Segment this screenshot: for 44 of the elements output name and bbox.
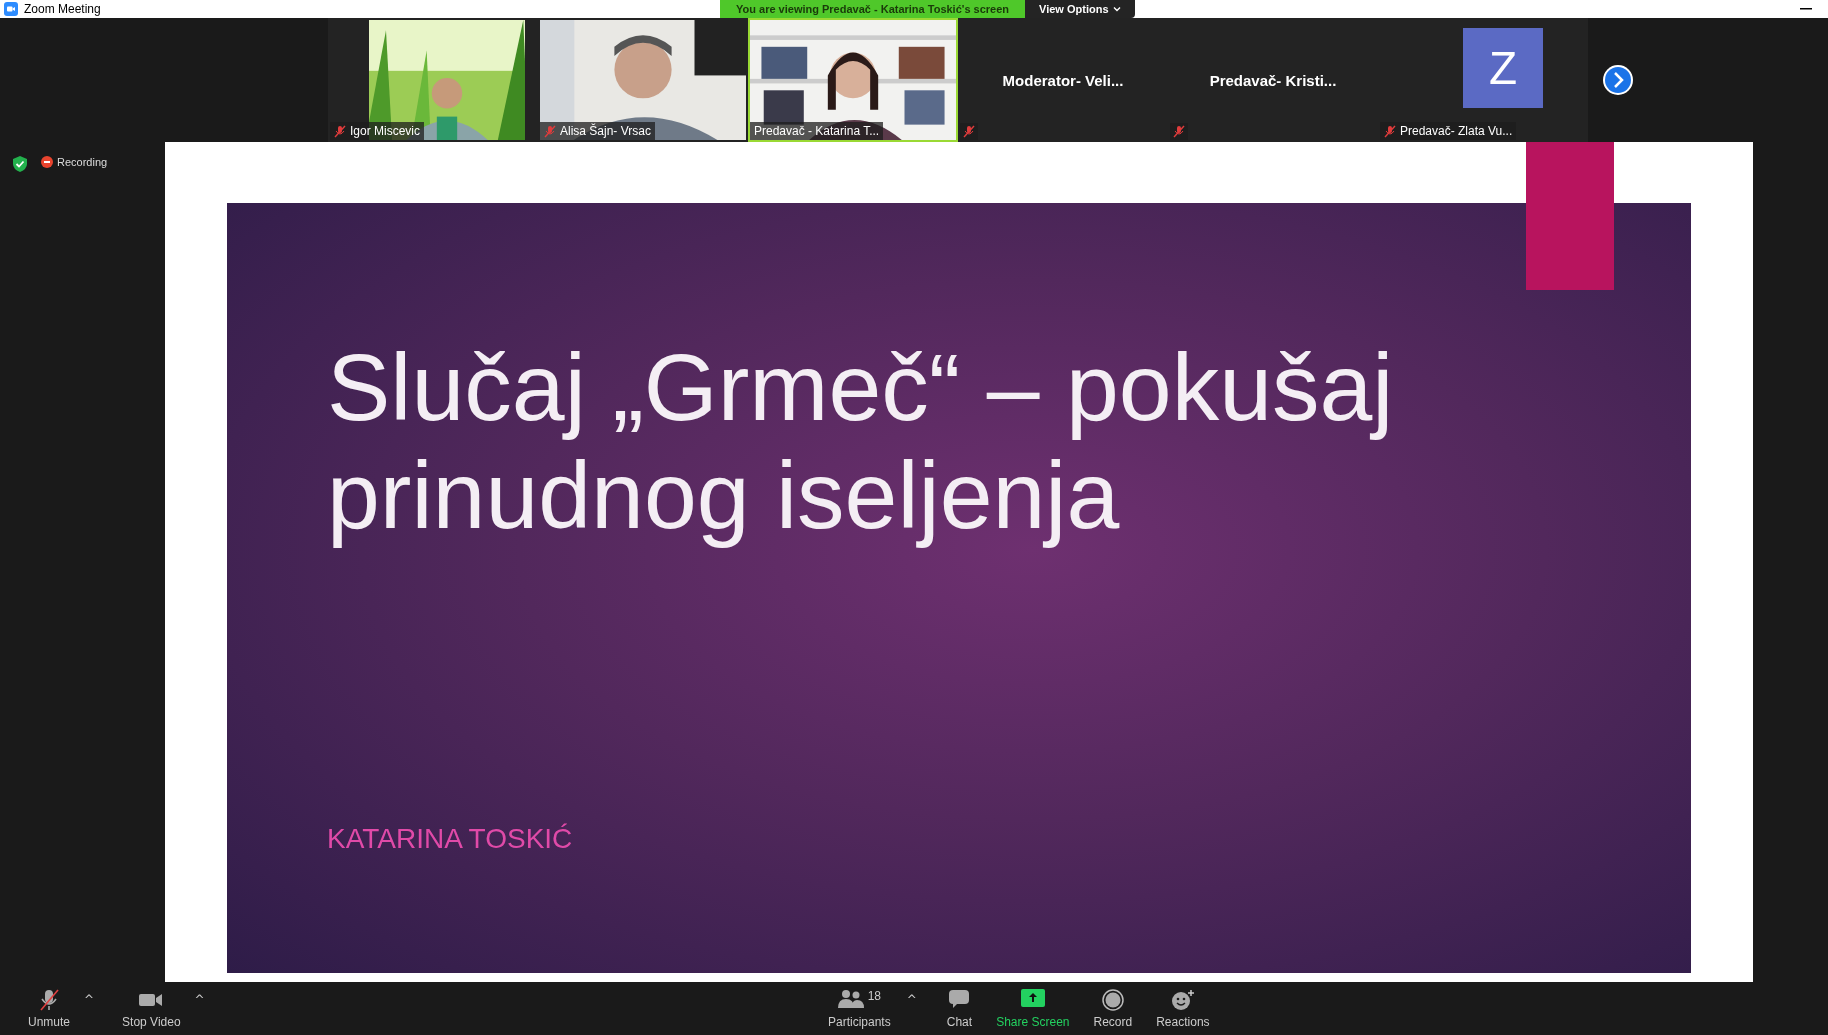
button-label: Record xyxy=(1093,1014,1133,1029)
slide-title: Slučaj „Grmeč“ – pokušaj prinudnog iseljenja xyxy=(327,333,1395,549)
participant-tile[interactable]: Alisa Šajn- Vrsac xyxy=(538,18,748,142)
button-label: Reactions xyxy=(1156,1014,1210,1029)
participant-name-text: Igor Miscevic xyxy=(350,124,420,138)
share-button[interactable]: Share Screen xyxy=(988,986,1078,1031)
participant-tile[interactable]: Predavač- Kristi... xyxy=(1168,18,1378,142)
stop-video-button[interactable]: Stop Video xyxy=(114,986,189,1031)
window-title: Zoom Meeting xyxy=(24,2,101,16)
viewing-banner: You are viewing Predavač - Katarina Toskić's screen xyxy=(720,0,1026,18)
unmute-button[interactable]: Unmute xyxy=(20,986,79,1031)
reactions-button[interactable]: Reactions xyxy=(1148,986,1218,1031)
participant-tile[interactable]: Moderator- Veli... xyxy=(958,18,1168,142)
participant-tile[interactable]: Igor Miscevic xyxy=(328,18,538,142)
participant-name-text: Alisa Šajn- Vrsac xyxy=(560,124,651,138)
shield-icon[interactable] xyxy=(13,156,27,172)
caret-button[interactable]: ^ xyxy=(194,992,205,1007)
people-icon xyxy=(837,988,864,1009)
chat-button[interactable]: Chat xyxy=(938,986,981,1031)
participant-name: Predavač- Kristi... xyxy=(1209,71,1337,89)
minimize-icon[interactable] xyxy=(1800,8,1812,10)
view-options-button[interactable]: View Options xyxy=(1025,0,1135,18)
participant-name-text: Predavač- Zlata Vu... xyxy=(1400,124,1513,138)
chevron-down-icon xyxy=(1112,6,1121,12)
record-button[interactable]: Record xyxy=(1085,986,1141,1031)
caret-button[interactable]: ^ xyxy=(906,992,917,1007)
participant-name: Moderator- Veli... xyxy=(1002,71,1124,89)
button-label: Share Screen xyxy=(996,1014,1070,1029)
participant-tile[interactable]: Z Predavač- Zlata Vu... xyxy=(1378,18,1588,142)
participants-button[interactable]: 18 Participants xyxy=(820,986,899,1031)
button-label: Participants xyxy=(828,1014,891,1029)
participant-count: 18 xyxy=(867,988,882,1003)
slide-author: KATARINA TOSKIĆ xyxy=(327,823,574,855)
button-label: Chat xyxy=(946,1014,973,1029)
participant-name-text: Predavač - Katarina T... xyxy=(754,124,880,138)
smiley-plus-icon xyxy=(1170,988,1195,1011)
muted-mic-icon xyxy=(37,988,61,1011)
recording-indicator: Recording xyxy=(41,156,108,168)
next-page-icon[interactable] xyxy=(1602,64,1634,96)
participant-tile[interactable]: Predavač - Katarina T... xyxy=(748,18,958,142)
avatar: Z xyxy=(1463,28,1543,108)
chat-bubble-icon xyxy=(948,988,971,1009)
record-icon xyxy=(1101,988,1124,1011)
caret-button[interactable]: ^ xyxy=(84,992,95,1007)
